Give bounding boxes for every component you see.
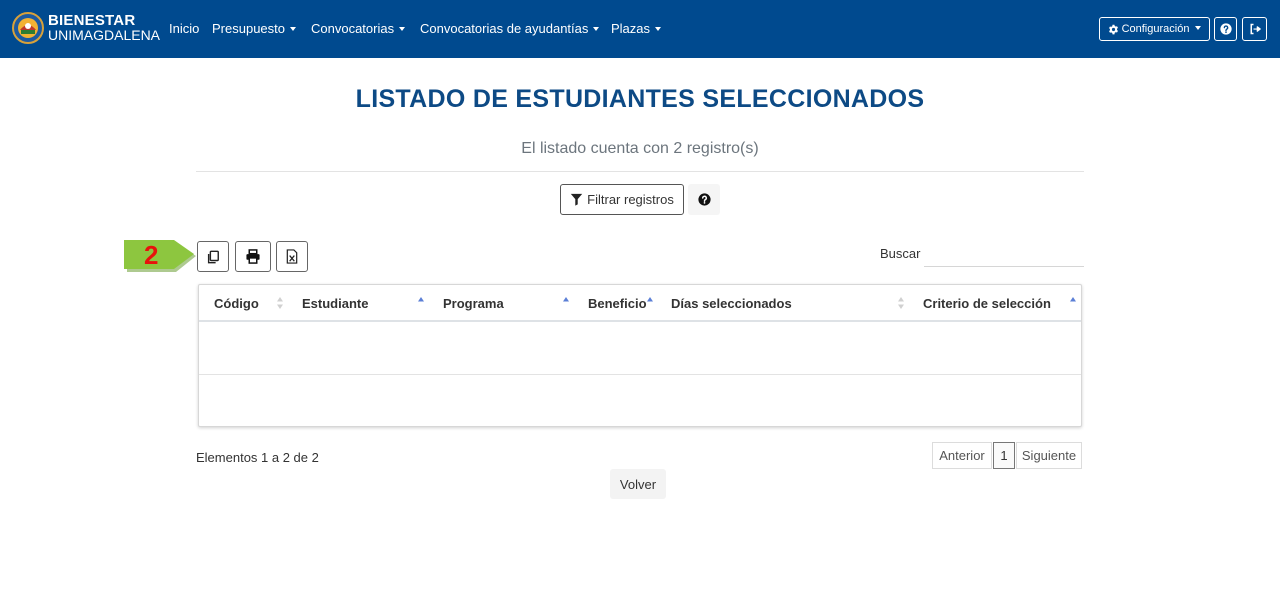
step-number: 2 bbox=[144, 240, 159, 270]
table-row[interactable] bbox=[199, 322, 1081, 375]
top-navbar: BIENESTAR UNIMAGDALENA Inicio Presupuest… bbox=[0, 0, 1280, 58]
help-button[interactable] bbox=[1214, 17, 1237, 41]
chevron-down-icon bbox=[399, 26, 406, 31]
nav-item-plazas[interactable]: Plazas bbox=[611, 21, 662, 36]
sort-both-icon bbox=[277, 297, 283, 309]
search-input[interactable] bbox=[924, 240, 1084, 267]
back-button[interactable]: Volver bbox=[610, 469, 666, 499]
chevron-down-icon bbox=[655, 26, 662, 31]
print-button[interactable] bbox=[235, 241, 271, 272]
column-header-criterio-seleccion[interactable]: Criterio de selección bbox=[923, 296, 1051, 311]
filter-icon bbox=[570, 193, 583, 206]
table-row[interactable] bbox=[199, 375, 1081, 428]
nav-item-inicio[interactable]: Inicio bbox=[169, 21, 199, 36]
chevron-down-icon bbox=[290, 26, 296, 31]
record-count-subtitle: El listado cuenta con 2 registro(s) bbox=[521, 140, 759, 157]
page-title: LISTADO DE ESTUDIANTES SELECCIONADOS bbox=[355, 85, 925, 113]
print-icon bbox=[246, 249, 260, 264]
brand-text: BIENESTAR UNIMAGDALENA bbox=[48, 13, 160, 43]
pagination-previous[interactable]: Anterior bbox=[932, 442, 992, 469]
gear-icon bbox=[1108, 24, 1118, 34]
table-info: Elementos 1 a 2 de 2 bbox=[196, 450, 319, 465]
pagination-page-1[interactable]: 1 bbox=[993, 442, 1015, 469]
question-circle-icon bbox=[697, 193, 711, 206]
step-marker-arrow-icon bbox=[124, 240, 196, 272]
nav-item-convocatorias-ayudantias[interactable]: Convocatorias de ayudantías bbox=[420, 21, 600, 36]
column-header-programa[interactable]: Programa bbox=[443, 296, 504, 311]
unimagdalena-seal-icon bbox=[12, 12, 44, 44]
logout-button[interactable] bbox=[1242, 17, 1267, 41]
config-dropdown-button[interactable]: Configuración bbox=[1099, 17, 1210, 41]
nav-item-convocatorias[interactable]: Convocatorias bbox=[311, 21, 406, 36]
column-header-beneficio[interactable]: Beneficio bbox=[588, 296, 647, 311]
divider bbox=[196, 171, 1084, 172]
nav-item-label: Inicio bbox=[169, 21, 200, 36]
chevron-down-icon bbox=[1195, 26, 1202, 30]
filter-records-button[interactable]: Filtrar registros bbox=[560, 184, 684, 215]
filter-label: Filtrar registros bbox=[587, 192, 674, 207]
nav-item-label: Plazas bbox=[611, 21, 651, 36]
nav-item-presupuesto[interactable]: Presupuesto bbox=[212, 21, 296, 36]
column-header-codigo[interactable]: Código bbox=[214, 296, 259, 311]
sort-asc-icon bbox=[647, 297, 653, 302]
config-label: Configuración bbox=[1121, 23, 1190, 35]
pagination: Anterior 1 Siguiente bbox=[932, 442, 1082, 469]
sort-asc-icon bbox=[1070, 297, 1076, 302]
filter-help-button[interactable] bbox=[688, 184, 720, 215]
sign-out-icon bbox=[1250, 23, 1261, 35]
nav-item-label: Convocatorias bbox=[311, 21, 395, 36]
column-header-dias-seleccionados[interactable]: Días seleccionados bbox=[671, 296, 792, 311]
excel-export-button[interactable] bbox=[276, 241, 308, 272]
question-circle-icon bbox=[1219, 23, 1232, 35]
excel-file-icon bbox=[286, 249, 298, 264]
students-table: Código Estudiante Programa Beneficio Día… bbox=[198, 284, 1082, 427]
nav-item-label: Convocatorias de ayudantías bbox=[420, 21, 589, 36]
table-header: Código Estudiante Programa Beneficio Día… bbox=[199, 285, 1081, 322]
column-header-estudiante[interactable]: Estudiante bbox=[302, 296, 368, 311]
brand-line2: UNIMAGDALENA bbox=[48, 27, 161, 43]
search-label: Buscar bbox=[880, 246, 921, 261]
sort-asc-icon bbox=[563, 297, 569, 302]
chevron-down-icon bbox=[593, 26, 600, 31]
brand[interactable]: BIENESTAR UNIMAGDALENA bbox=[12, 8, 160, 48]
brand-line1: BIENESTAR bbox=[48, 12, 136, 29]
copy-icon bbox=[207, 250, 219, 263]
copy-button[interactable] bbox=[197, 241, 229, 272]
sort-both-icon bbox=[898, 297, 904, 309]
sort-asc-icon bbox=[418, 297, 424, 302]
nav-item-label: Presupuesto bbox=[212, 21, 285, 36]
pagination-next[interactable]: Siguiente bbox=[1016, 442, 1082, 469]
